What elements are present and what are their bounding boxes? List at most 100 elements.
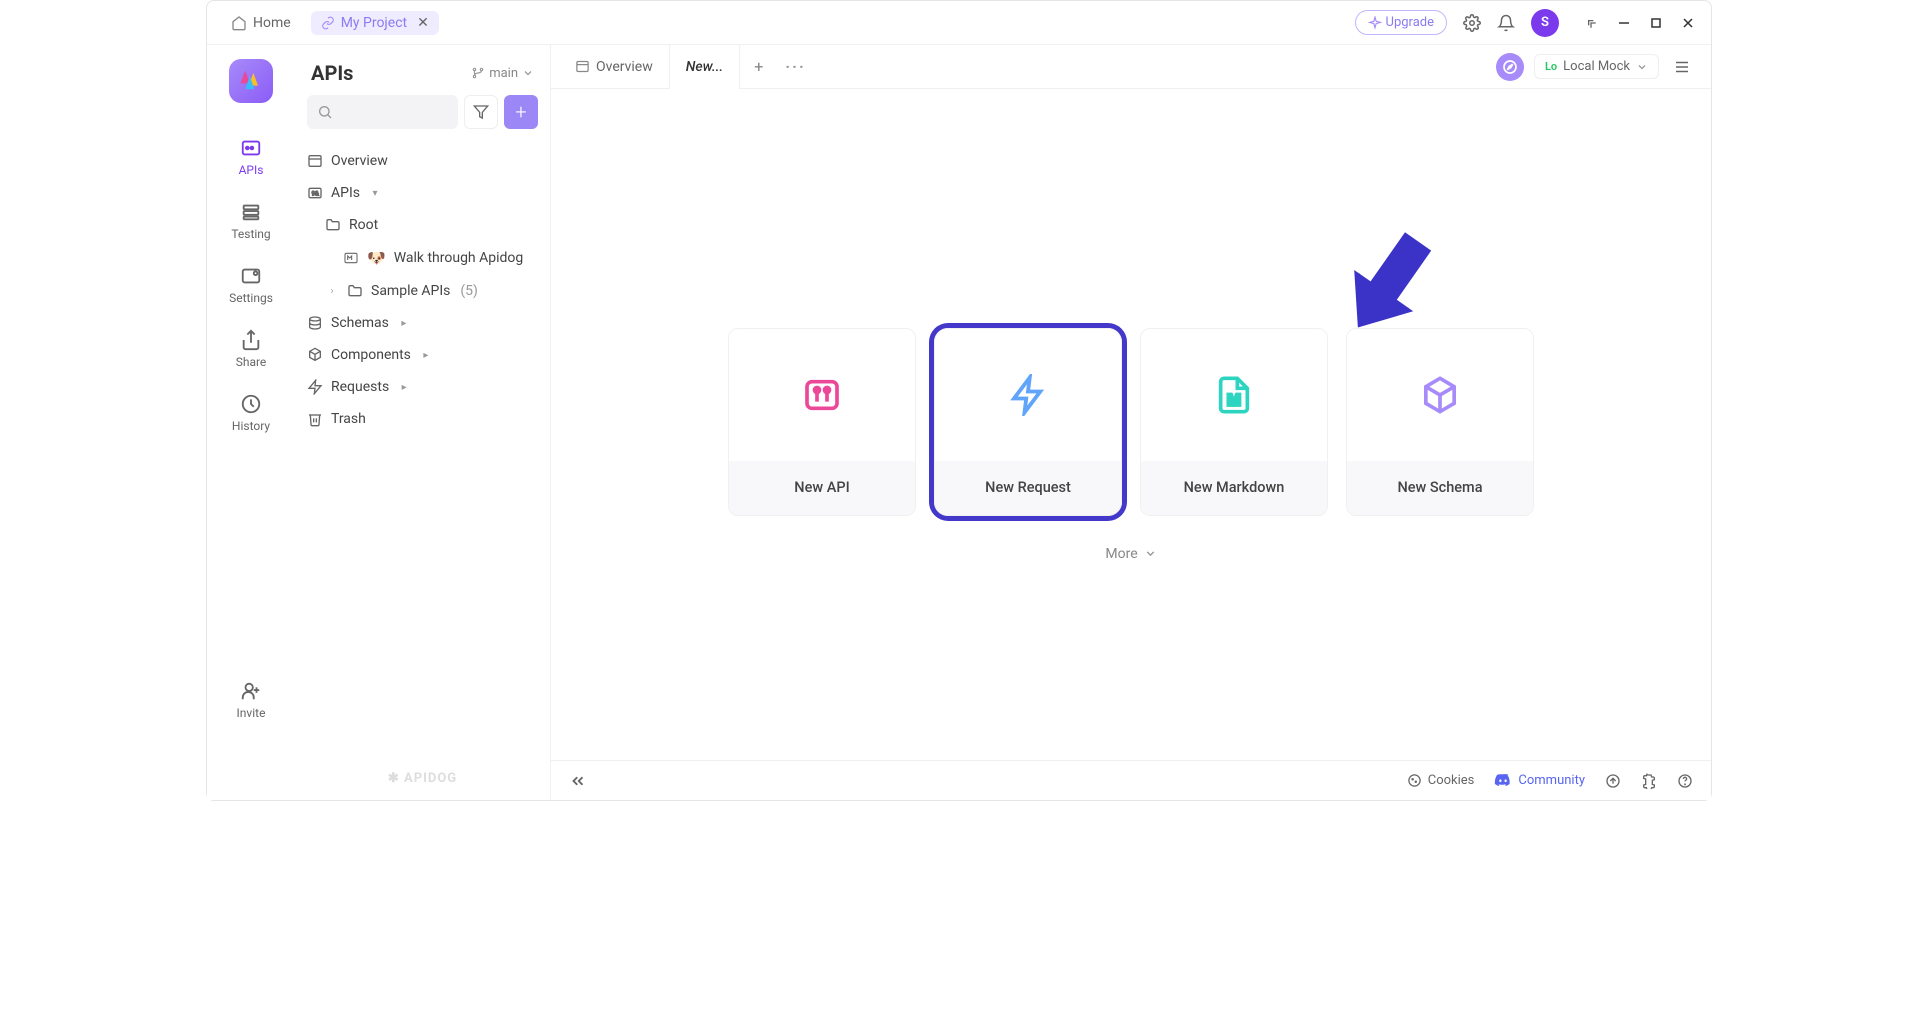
tab-more-icon[interactable]: ··· [777, 57, 813, 76]
tree-trash[interactable]: Trash [307, 403, 538, 435]
collapse-icon[interactable] [569, 772, 587, 790]
pin-icon[interactable] [1583, 15, 1599, 31]
tree-overview[interactable]: Overview [307, 145, 538, 177]
project-tab-label: My Project [341, 15, 407, 31]
chevron-right-icon: ▸ [419, 350, 433, 361]
community-link[interactable]: Community [1494, 772, 1585, 790]
tree-requests[interactable]: Requests ▸ [307, 371, 538, 403]
discord-icon [1494, 772, 1512, 790]
rail-label: Invite [237, 706, 266, 720]
trash-icon [307, 411, 323, 427]
search-input[interactable] [307, 95, 458, 129]
sidebar-title: APIs [311, 61, 353, 85]
testing-icon [240, 201, 262, 223]
overview-icon [307, 153, 323, 169]
rail-share[interactable]: Share [207, 319, 295, 379]
home-nav[interactable]: Home [223, 11, 299, 35]
theme-icon[interactable] [1641, 773, 1657, 789]
branch-selector[interactable]: main [471, 66, 534, 81]
filter-button[interactable] [464, 95, 498, 129]
chevron-right-icon: ▸ [397, 318, 411, 329]
requests-icon [307, 379, 323, 395]
cookies-link[interactable]: Cookies [1407, 773, 1475, 788]
chevron-right-icon: › [325, 286, 339, 297]
minimize-icon[interactable] [1617, 15, 1631, 31]
components-icon [307, 347, 323, 363]
rail-testing[interactable]: Testing [207, 191, 295, 251]
rail-history[interactable]: History [207, 383, 295, 443]
schema-icon [307, 315, 323, 331]
markdown-icon [343, 250, 359, 266]
tree-schemas[interactable]: Schemas ▸ [307, 307, 538, 339]
tree-apis[interactable]: 9& APIs ▾ [307, 177, 538, 209]
env-badge: Lo [1545, 60, 1557, 73]
card-new-schema[interactable]: New Schema [1346, 328, 1534, 516]
tab-new[interactable]: New... [670, 45, 740, 89]
env-name: Local Mock [1563, 59, 1630, 74]
upload-icon[interactable] [1605, 773, 1621, 789]
panel-menu-icon[interactable] [1669, 54, 1695, 80]
rail-label: Testing [231, 227, 270, 241]
tree-sample-apis[interactable]: › Sample APIs (5) [307, 275, 538, 307]
search-icon [317, 104, 333, 120]
api-card-icon [802, 375, 842, 415]
branch-icon [471, 66, 485, 80]
request-card-icon [1007, 374, 1049, 416]
close-window-icon[interactable] [1681, 15, 1695, 31]
rail-label: History [232, 419, 270, 433]
markdown-card-icon: M [1214, 375, 1254, 415]
rail-settings[interactable]: Settings [207, 255, 295, 315]
chevron-down-icon [522, 67, 534, 79]
overview-tab-icon [575, 59, 590, 74]
chevron-right-icon: ▸ [397, 382, 411, 393]
card-new-request[interactable]: New Request [934, 328, 1122, 516]
maximize-icon[interactable] [1649, 15, 1663, 31]
help-icon[interactable] [1677, 773, 1693, 789]
tab-close-icon[interactable]: ✕ [417, 15, 429, 31]
branch-name: main [489, 66, 518, 81]
tabbar: Overview New... + ··· Lo Local Mock [551, 45, 1711, 89]
tree-walkthrough[interactable]: 🐶 Walk through Apidog [307, 241, 538, 275]
more-link[interactable]: More [1105, 546, 1156, 562]
dog-emoji-icon: 🐶 [367, 249, 386, 267]
folder-icon [347, 283, 363, 299]
sample-count: (5) [460, 283, 478, 299]
compass-icon [1502, 59, 1518, 75]
callout-arrow-icon [1281, 149, 1461, 329]
add-button[interactable]: + [504, 95, 538, 129]
upgrade-label: Upgrade [1386, 15, 1434, 30]
home-label: Home [253, 15, 291, 31]
home-icon [231, 15, 247, 31]
folder-icon [325, 217, 341, 233]
tree-root[interactable]: Root [307, 209, 538, 241]
logo-icon [237, 67, 265, 95]
app-logo[interactable] [229, 59, 273, 103]
tree-components[interactable]: Components ▸ [307, 339, 538, 371]
user-avatar[interactable]: S [1531, 9, 1559, 37]
card-new-api[interactable]: New API [728, 328, 916, 516]
svg-text:9&: 9& [312, 191, 319, 198]
nav-rail: APIs Testing Settings Share History Invi… [207, 45, 295, 800]
settings-icon[interactable] [1463, 14, 1481, 32]
filter-icon [473, 104, 489, 120]
rail-label: Share [236, 355, 267, 369]
rail-label: APIs [239, 163, 264, 177]
sidebar: APIs main + Overview 9& APIs [295, 45, 551, 800]
project-tab[interactable]: My Project ✕ [311, 11, 439, 35]
tab-overview[interactable]: Overview [559, 45, 670, 89]
invite-icon [240, 680, 262, 702]
bell-icon[interactable] [1497, 14, 1515, 32]
schema-card-icon [1420, 375, 1460, 415]
card-new-markdown[interactable]: M New Markdown [1140, 328, 1328, 516]
rail-label: Settings [229, 291, 273, 305]
quick-action-button[interactable] [1496, 53, 1524, 81]
cookie-icon [1407, 773, 1422, 788]
rail-invite[interactable]: Invite [207, 670, 295, 730]
history-icon [240, 393, 262, 415]
environment-selector[interactable]: Lo Local Mock [1534, 54, 1659, 79]
chevron-down-icon [1144, 547, 1157, 560]
rail-apis[interactable]: APIs [207, 127, 295, 187]
tab-add-icon[interactable]: + [740, 57, 777, 76]
chevron-down-icon [1636, 61, 1648, 73]
upgrade-button[interactable]: Upgrade [1355, 10, 1447, 35]
